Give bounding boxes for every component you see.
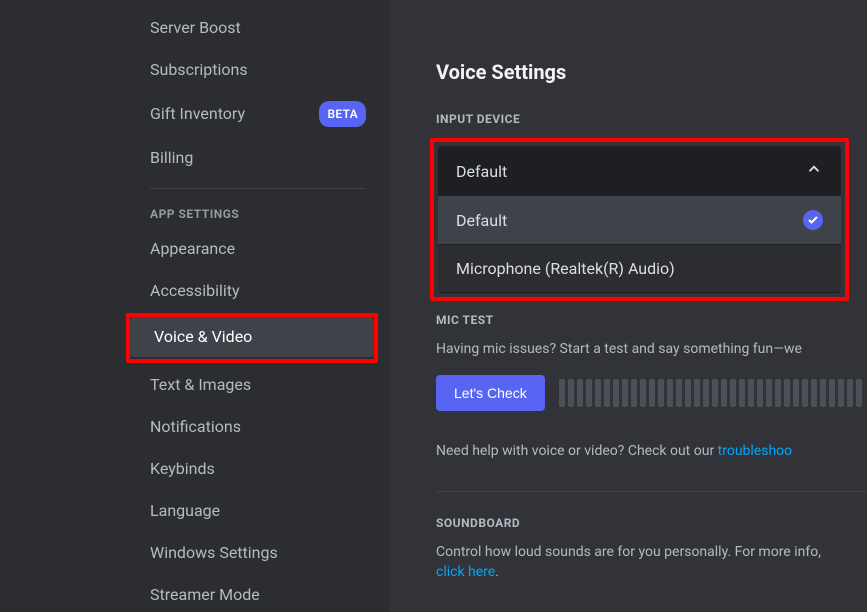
- dropdown-selected[interactable]: Default: [438, 146, 841, 196]
- sidebar-item-windows-settings[interactable]: Windows Settings: [140, 533, 376, 573]
- troubleshoot-help-text: Need help with voice or video? Check out…: [436, 441, 867, 461]
- highlight-box-sidebar: Voice & Video: [126, 313, 378, 363]
- mic-level-meter: [559, 379, 867, 407]
- sidebar-item-server-boost[interactable]: Server Boost: [140, 8, 376, 48]
- settings-main: Voice Settings INPUT DEVICE Default Defa…: [390, 0, 867, 612]
- page-title: Voice Settings: [436, 60, 867, 84]
- sidebar-item-label: Voice & Video: [154, 326, 252, 348]
- sidebar-item-label: Billing: [150, 147, 193, 169]
- lets-check-button[interactable]: Let's Check: [436, 375, 545, 411]
- soundboard-text-suffix: .: [495, 564, 499, 580]
- soundboard-link[interactable]: click here: [436, 564, 495, 580]
- sidebar-item-label: Windows Settings: [150, 542, 278, 564]
- sidebar-item-label: Keybinds: [150, 458, 215, 480]
- settings-sidebar: Server Boost Subscriptions Gift Inventor…: [0, 0, 390, 612]
- input-device-label: INPUT DEVICE: [436, 112, 867, 126]
- dropdown-selected-label: Default: [456, 162, 507, 181]
- sidebar-item-label: Text & Images: [150, 374, 251, 396]
- sidebar-item-label: Server Boost: [150, 17, 241, 39]
- mic-test-help-text: Having mic issues? Start a test and say …: [436, 339, 867, 359]
- dropdown-option-label: Default: [456, 211, 507, 230]
- sidebar-section-header: APP SETTINGS: [140, 189, 376, 229]
- dropdown-options: Default Microphone (Realtek(R) Audio): [438, 196, 841, 293]
- sidebar-item-label: Notifications: [150, 416, 241, 438]
- dropdown-option-microphone[interactable]: Microphone (Realtek(R) Audio): [438, 245, 841, 293]
- sidebar-item-label: Appearance: [150, 238, 235, 260]
- sidebar-item-label: Gift Inventory: [150, 103, 245, 125]
- highlight-box-dropdown: Default Default Microphone (Realtek(R) A…: [430, 138, 849, 301]
- help-text-prefix: Need help with voice or video? Check out…: [436, 443, 718, 459]
- sidebar-item-label: Subscriptions: [150, 59, 248, 81]
- sidebar-item-keybinds[interactable]: Keybinds: [140, 449, 376, 489]
- input-device-dropdown: Default Default Microphone (Realtek(R) A…: [438, 146, 841, 293]
- section-divider: [436, 491, 867, 492]
- sidebar-item-notifications[interactable]: Notifications: [140, 407, 376, 447]
- sidebar-item-label: Language: [150, 500, 220, 522]
- mic-test-label: MIC TEST: [436, 313, 867, 327]
- chevron-up-icon: [805, 160, 823, 182]
- troubleshoot-link[interactable]: troubleshoo: [718, 443, 792, 459]
- dropdown-option-label: Microphone (Realtek(R) Audio): [456, 259, 675, 278]
- beta-badge: BETA: [319, 101, 366, 127]
- soundboard-help-text: Control how loud sounds are for you pers…: [436, 542, 836, 582]
- sidebar-item-appearance[interactable]: Appearance: [140, 229, 376, 269]
- mic-test-row: Let's Check: [436, 375, 867, 411]
- sidebar-item-text-images[interactable]: Text & Images: [140, 365, 376, 405]
- sidebar-item-accessibility[interactable]: Accessibility: [140, 271, 376, 311]
- check-icon: [803, 210, 823, 230]
- sidebar-item-billing[interactable]: Billing: [140, 138, 376, 178]
- sidebar-item-label: Streamer Mode: [150, 584, 260, 606]
- sidebar-item-gift-inventory[interactable]: Gift Inventory BETA: [140, 92, 376, 136]
- soundboard-text-prefix: Control how loud sounds are for you pers…: [436, 544, 821, 560]
- sidebar-item-label: Accessibility: [150, 280, 240, 302]
- soundboard-label: SOUNDBOARD: [436, 516, 867, 530]
- sidebar-item-voice-video[interactable]: Voice & Video: [130, 317, 374, 357]
- sidebar-item-streamer-mode[interactable]: Streamer Mode: [140, 575, 376, 612]
- sidebar-item-language[interactable]: Language: [140, 491, 376, 531]
- sidebar-item-subscriptions[interactable]: Subscriptions: [140, 50, 376, 90]
- dropdown-option-default[interactable]: Default: [438, 196, 841, 245]
